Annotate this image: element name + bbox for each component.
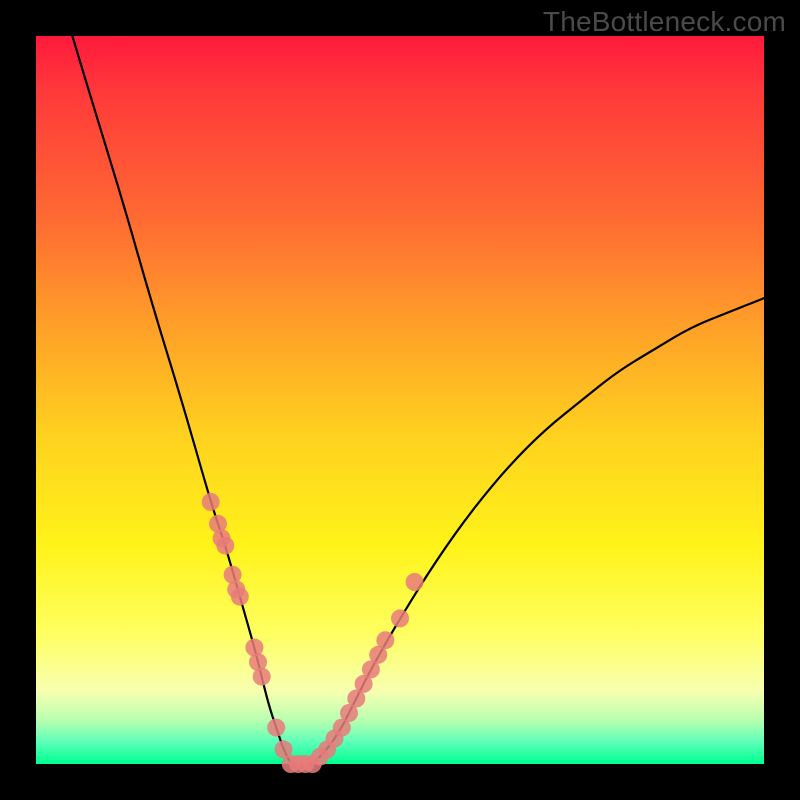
marker-dot: [406, 573, 424, 591]
marker-dot: [267, 719, 285, 737]
marker-dot: [253, 668, 271, 686]
chart-svg: [36, 36, 764, 764]
marker-dots: [202, 493, 424, 773]
watermark-text: TheBottleneck.com: [543, 6, 786, 38]
marker-dot: [376, 631, 394, 649]
marker-dot: [202, 493, 220, 511]
marker-dot: [391, 609, 409, 627]
marker-dot: [216, 537, 234, 555]
bottleneck-curve: [72, 36, 764, 764]
chart-plot-area: [36, 36, 764, 764]
marker-dot: [231, 588, 249, 606]
chart-frame: TheBottleneck.com: [0, 0, 800, 800]
